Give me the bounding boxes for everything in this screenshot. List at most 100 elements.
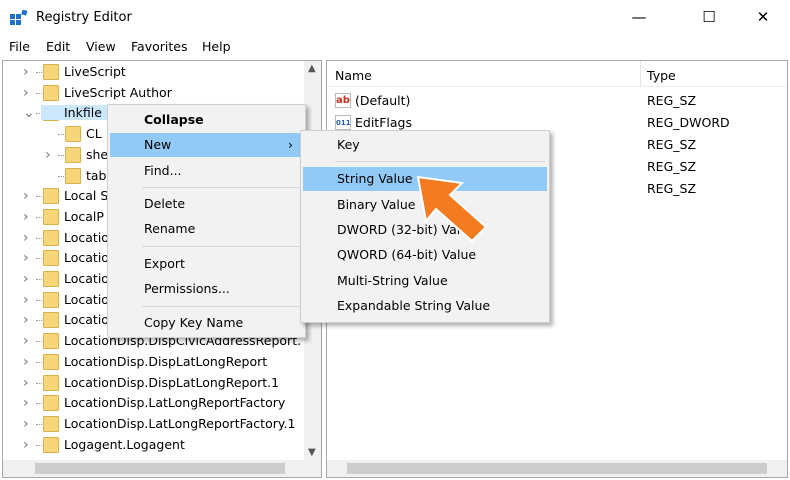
chevron-right-icon[interactable]: ›	[23, 393, 35, 413]
chevron-right-icon[interactable]: ›	[23, 269, 35, 289]
context-menu: Collapse New › Find... Delete Rename Expo…	[107, 104, 306, 338]
chevron-right-icon[interactable]: ›	[23, 414, 35, 434]
scroll-up-icon[interactable]: ▲	[308, 63, 316, 74]
tree-item[interactable]: › LocationDisp.LatLongReportFactory	[3, 393, 303, 413]
chevron-right-icon[interactable]: ›	[23, 186, 35, 206]
window-title: Registry Editor	[36, 10, 132, 25]
tree-item[interactable]: › Logagent.Logagent	[3, 435, 303, 455]
value-type: REG_SZ	[647, 159, 697, 174]
tree-line	[36, 403, 42, 405]
folder-icon	[43, 333, 59, 350]
tree-item-label: Locatio	[64, 229, 109, 245]
folder-icon	[65, 167, 81, 184]
menu-item-rename[interactable]: Rename	[110, 217, 303, 241]
list-header: Name Type	[327, 61, 787, 87]
menu-item-copy-key-name[interactable]: Copy Key Name	[110, 311, 303, 335]
menu-item-find[interactable]: Find...	[110, 159, 303, 183]
value-row[interactable]: ab (Default) REG_SZ	[335, 91, 775, 111]
chevron-right-icon[interactable]: ›	[23, 290, 35, 310]
value-name: EditFlags	[355, 115, 412, 130]
folder-icon	[43, 312, 59, 329]
folder-icon	[43, 374, 59, 391]
scroll-down-icon[interactable]: ▼	[308, 447, 316, 458]
folder-icon	[65, 126, 81, 143]
folder-icon	[43, 64, 59, 80]
tree-line	[36, 423, 42, 425]
submenu-item-expandable-string-value[interactable]: Expandable String Value	[303, 294, 547, 318]
title-bar: Registry Editor — ☐ ✕	[0, 0, 790, 36]
tree-item-label: she	[86, 146, 109, 162]
tree-item-label: tab	[86, 167, 107, 183]
scroll-thumb[interactable]	[347, 463, 767, 474]
column-header-type[interactable]: Type	[647, 68, 676, 83]
submenu-item-key[interactable]: Key	[303, 133, 547, 157]
folder-icon	[43, 291, 59, 308]
close-button[interactable]: ✕	[740, 0, 786, 34]
tree-line	[36, 216, 42, 218]
folder-icon	[43, 84, 59, 101]
tree-horizontal-scrollbar[interactable]	[3, 460, 321, 477]
chevron-right-icon[interactable]: ›	[23, 373, 35, 393]
menu-item-export[interactable]: Export	[110, 252, 303, 276]
menu-item-new[interactable]: New ›	[110, 133, 303, 157]
chevron-right-icon[interactable]: ›	[23, 331, 35, 351]
chevron-right-icon[interactable]: ›	[23, 310, 35, 330]
menu-item-delete[interactable]: Delete	[110, 192, 303, 216]
tree-line	[58, 175, 64, 177]
menu-item-permissions[interactable]: Permissions...	[110, 277, 303, 301]
minimize-button[interactable]: —	[616, 0, 662, 34]
tree-item-label: Locatio	[64, 312, 109, 328]
column-header-name[interactable]: Name	[335, 68, 372, 83]
maximize-button[interactable]: ☐	[686, 0, 732, 34]
chevron-right-icon: ›	[288, 137, 293, 152]
tree-item[interactable]: › LocationDisp.DispLatLongReport	[3, 352, 303, 372]
tree-item-label: LocationDisp.LatLongReportFactory.1	[64, 415, 296, 431]
folder-icon	[43, 271, 59, 287]
values-horizontal-scrollbar[interactable]	[327, 460, 787, 477]
menu-favorites[interactable]: Favorites	[131, 39, 187, 54]
chevron-right-icon[interactable]: ›	[23, 352, 35, 372]
tree-item[interactable]: › LiveScript Author	[3, 83, 303, 103]
menu-separator	[142, 187, 301, 188]
menu-file[interactable]: File	[9, 39, 30, 54]
scroll-thumb[interactable]	[35, 463, 285, 474]
chevron-right-icon[interactable]: ›	[23, 228, 35, 248]
tree-item[interactable]: › LocationDisp.LatLongReportFactory.1	[3, 414, 303, 434]
value-type: REG_SZ	[647, 93, 697, 108]
tree-line	[36, 341, 42, 343]
pointer-arrow-icon	[416, 175, 488, 243]
menu-help[interactable]: Help	[202, 39, 231, 54]
tree-item-label: LiveScript Author	[64, 84, 172, 100]
chevron-down-icon[interactable]: ⌄	[23, 103, 35, 123]
tree-line	[58, 154, 64, 156]
binary-icon: 011	[335, 115, 351, 130]
submenu-item-multi-string-value[interactable]: Multi-String Value	[303, 269, 547, 293]
tree-item[interactable]: › LiveScript	[3, 62, 303, 82]
menu-separator	[142, 246, 301, 247]
chevron-right-icon[interactable]: ›	[23, 435, 35, 455]
chevron-right-icon[interactable]: ›	[23, 83, 35, 103]
folder-icon	[43, 208, 59, 225]
tree-item[interactable]: › LocationDisp.DispLatLongReport.1	[3, 373, 303, 393]
menu-view[interactable]: View	[86, 39, 116, 54]
value-type: REG_SZ	[647, 181, 697, 196]
value-type: REG_SZ	[647, 137, 697, 152]
tree-item-label: LocationDisp.DispLatLongReport.1	[64, 374, 280, 390]
menu-item-collapse[interactable]: Collapse	[110, 108, 303, 132]
menu-edit[interactable]: Edit	[46, 39, 70, 54]
chevron-right-icon[interactable]: ›	[23, 248, 35, 268]
tree-item-label: Locatio	[64, 291, 109, 307]
tree-item-label: Local S	[64, 188, 109, 204]
tree-line	[36, 279, 42, 280]
tree-item-label: LocalP	[64, 208, 104, 224]
chevron-right-icon[interactable]: ›	[23, 207, 35, 227]
folder-icon	[65, 146, 81, 163]
chevron-right-icon[interactable]: ›	[23, 62, 35, 82]
tree-line	[36, 444, 42, 446]
folder-icon	[43, 436, 59, 453]
tree-line	[36, 237, 42, 239]
chevron-right-icon[interactable]: ›	[45, 145, 57, 165]
registry-editor-icon	[10, 10, 28, 25]
tree-item-label: Logagent.Logagent	[64, 436, 185, 452]
folder-icon	[43, 250, 59, 267]
